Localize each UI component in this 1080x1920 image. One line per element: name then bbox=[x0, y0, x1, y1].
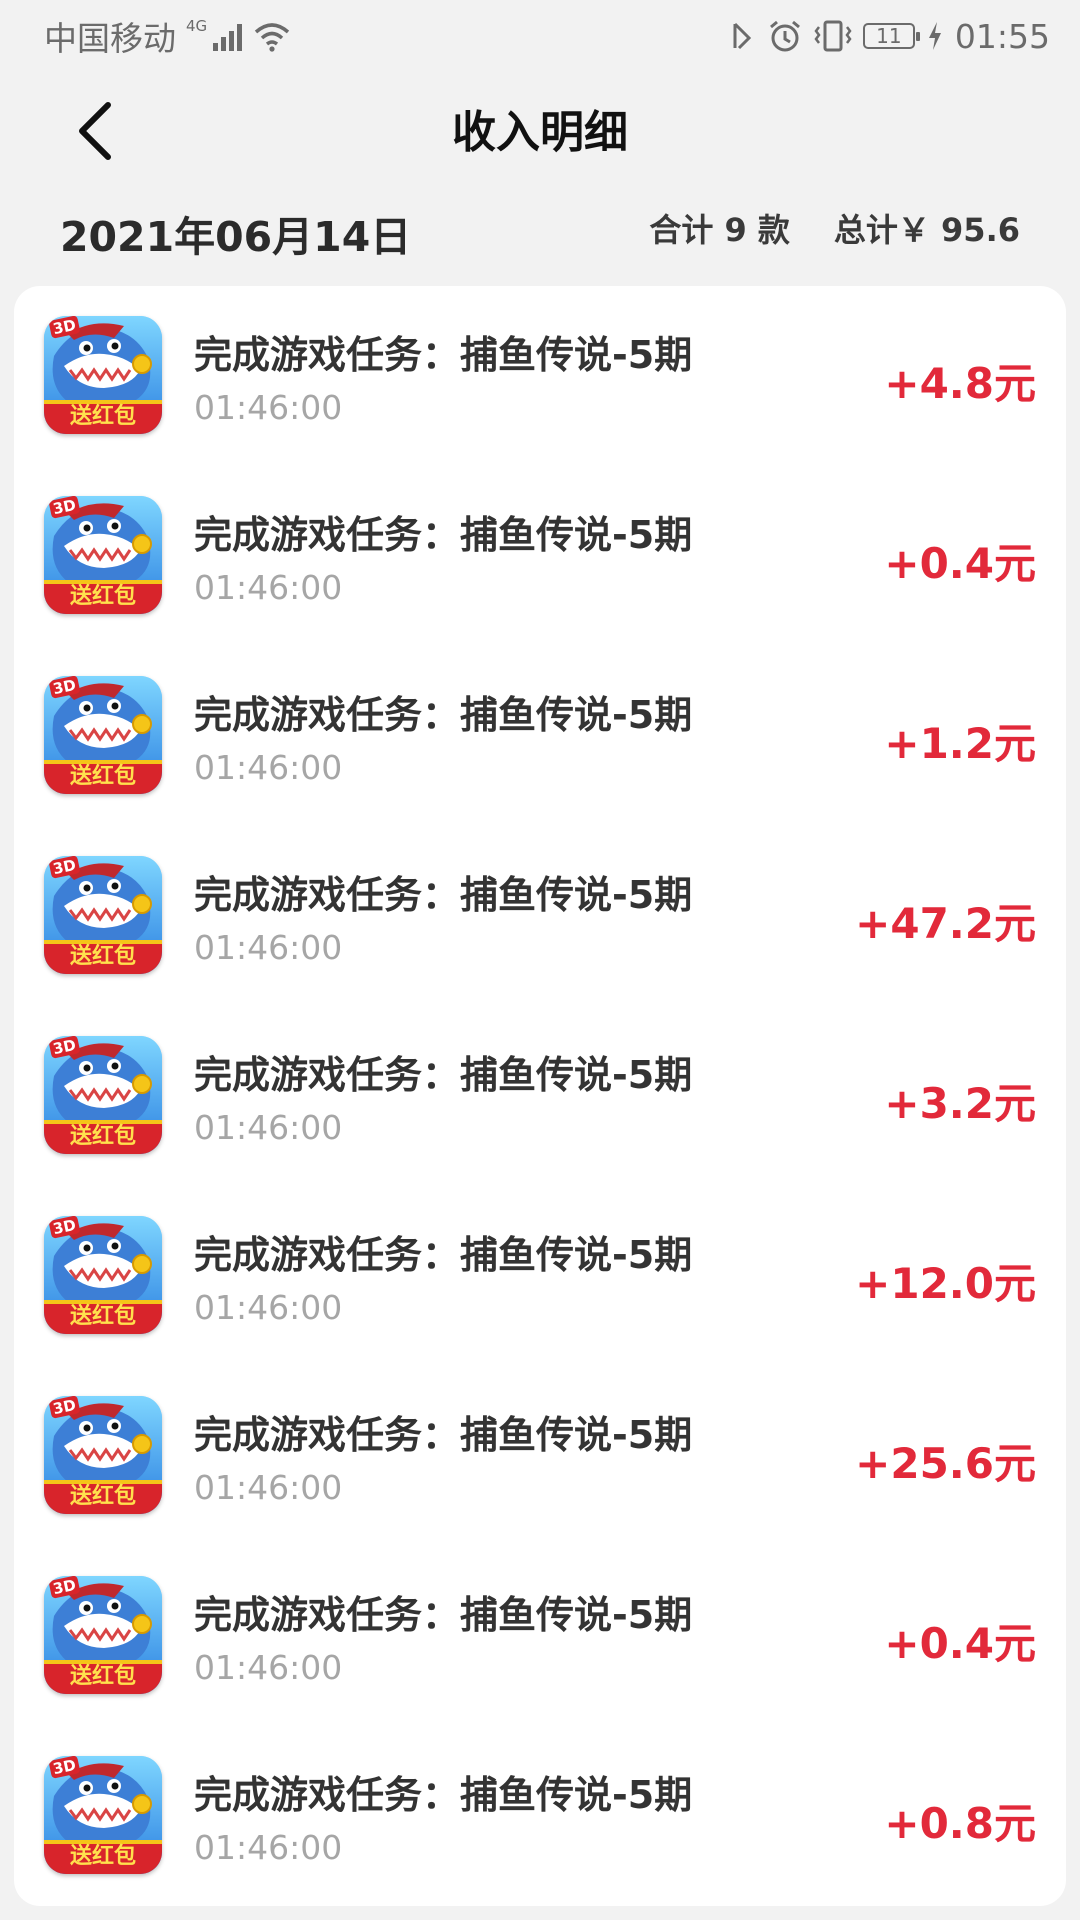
list-item[interactable]: 3D 送红包 完成游戏任务：捕鱼传说-5期 01:46:00 +0.4元 bbox=[14, 466, 1066, 646]
item-title: 完成游戏任务：捕鱼传说-5期 bbox=[194, 1233, 693, 1277]
item-time: 01:46:00 bbox=[194, 1108, 343, 1147]
fish-game-icon: 3D 送红包 bbox=[44, 496, 162, 614]
status-right: 11 01:55 bbox=[729, 17, 1050, 56]
icon-banner: 送红包 bbox=[69, 764, 136, 789]
header: 收入明细 bbox=[0, 72, 1080, 190]
list-item[interactable]: 3D 送红包 完成游戏任务：捕鱼传说-5期 01:46:00 +47.2元 bbox=[14, 826, 1066, 1006]
clock: 01:55 bbox=[954, 16, 1050, 56]
fish-game-icon: 3D 送红包 bbox=[44, 1036, 162, 1154]
carrier-name: 中国移动 bbox=[44, 19, 176, 58]
status-bar: 中国移动 4G 11 01:55 bbox=[0, 0, 1080, 72]
signal-icon bbox=[213, 21, 243, 51]
item-time: 01:46:00 bbox=[194, 568, 343, 607]
vibrate-icon bbox=[814, 20, 852, 52]
charging-icon bbox=[928, 22, 941, 50]
fish-game-icon: 3D 送红包 bbox=[44, 1216, 162, 1334]
fish-game-icon: 3D 送红包 bbox=[44, 1396, 162, 1514]
item-amount: +25.6元 bbox=[855, 1439, 1036, 1488]
icon-banner: 送红包 bbox=[69, 404, 136, 429]
item-amount: +0.8元 bbox=[884, 1799, 1036, 1848]
item-title: 完成游戏任务：捕鱼传说-5期 bbox=[194, 333, 693, 377]
income-list[interactable]: 3D 送红包 完成游戏任务：捕鱼传说-5期 01:46:00 +4.8元 3D … bbox=[14, 286, 1066, 1906]
item-amount: +47.2元 bbox=[855, 899, 1036, 948]
item-title: 完成游戏任务：捕鱼传说-5期 bbox=[194, 693, 693, 737]
totals: 合计 9 款 总计￥ 95.6 bbox=[649, 205, 1020, 251]
fish-game-icon: 3D 送红包 bbox=[44, 1756, 162, 1874]
list-item[interactable]: 3D 送红包 完成游戏任务：捕鱼传说-5期 01:46:00 +1.2元 bbox=[14, 646, 1066, 826]
item-time: 01:46:00 bbox=[194, 1828, 343, 1867]
item-title: 完成游戏任务：捕鱼传说-5期 bbox=[194, 1053, 693, 1097]
item-title: 完成游戏任务：捕鱼传说-5期 bbox=[194, 1593, 693, 1637]
item-title: 完成游戏任务：捕鱼传说-5期 bbox=[194, 1413, 693, 1457]
item-title: 完成游戏任务：捕鱼传说-5期 bbox=[194, 1773, 693, 1817]
item-time: 01:46:00 bbox=[194, 1648, 343, 1687]
fish-game-icon: 3D 送红包 bbox=[44, 316, 162, 434]
list-item[interactable]: 3D 送红包 完成游戏任务：捕鱼传说-5期 01:46:00 +4.8元 bbox=[14, 286, 1066, 466]
item-title: 完成游戏任务：捕鱼传说-5期 bbox=[194, 513, 693, 557]
date-label: 2021年06月14日 bbox=[60, 213, 412, 261]
nfc-icon bbox=[733, 22, 752, 50]
item-amount: +4.8元 bbox=[884, 359, 1036, 408]
item-time: 01:46:00 bbox=[194, 1288, 343, 1327]
item-time: 01:46:00 bbox=[194, 928, 343, 967]
item-amount: +0.4元 bbox=[884, 539, 1036, 588]
item-time: 01:46:00 bbox=[194, 388, 343, 427]
icon-banner: 送红包 bbox=[69, 1124, 136, 1149]
icon-banner: 送红包 bbox=[69, 1844, 136, 1869]
item-amount: +3.2元 bbox=[884, 1079, 1036, 1128]
fish-game-icon: 3D 送红包 bbox=[44, 856, 162, 974]
icon-banner: 送红包 bbox=[69, 1664, 136, 1689]
fish-game-icon: 3D 送红包 bbox=[44, 676, 162, 794]
alarm-icon bbox=[769, 20, 800, 52]
icon-banner: 送红包 bbox=[69, 584, 136, 609]
battery-icon: 11 bbox=[862, 23, 920, 49]
icon-banner: 送红包 bbox=[69, 944, 136, 969]
icon-banner: 送红包 bbox=[69, 1304, 136, 1329]
network-type: 4G bbox=[186, 17, 208, 35]
count-label: 合计 9 款 bbox=[649, 211, 790, 249]
battery-level: 11 bbox=[876, 24, 902, 48]
page-title: 收入明细 bbox=[452, 107, 628, 158]
item-title: 完成游戏任务：捕鱼传说-5期 bbox=[194, 873, 693, 917]
item-time: 01:46:00 bbox=[194, 748, 343, 787]
item-time: 01:46:00 bbox=[194, 1468, 343, 1507]
total-label: 总计￥ 95.6 bbox=[833, 211, 1020, 249]
item-amount: +1.2元 bbox=[884, 719, 1036, 768]
status-left: 中国移动 4G bbox=[44, 12, 292, 60]
icon-banner: 送红包 bbox=[69, 1484, 136, 1509]
summary-bar: 2021年06月14日 合计 9 款 总计￥ 95.6 bbox=[0, 195, 1080, 265]
list-item[interactable]: 3D 送红包 完成游戏任务：捕鱼传说-5期 01:46:00 +12.0元 bbox=[14, 1186, 1066, 1366]
fish-game-icon: 3D 送红包 bbox=[44, 1576, 162, 1694]
item-amount: +12.0元 bbox=[855, 1259, 1036, 1308]
list-item[interactable]: 3D 送红包 完成游戏任务：捕鱼传说-5期 01:46:00 +0.8元 bbox=[14, 1726, 1066, 1906]
item-amount: +0.4元 bbox=[884, 1619, 1036, 1668]
list-item[interactable]: 3D 送红包 完成游戏任务：捕鱼传说-5期 01:46:00 +25.6元 bbox=[14, 1366, 1066, 1546]
list-item[interactable]: 3D 送红包 完成游戏任务：捕鱼传说-5期 01:46:00 +3.2元 bbox=[14, 1006, 1066, 1186]
wifi-icon bbox=[255, 23, 290, 52]
list-item[interactable]: 3D 送红包 完成游戏任务：捕鱼传说-5期 01:46:00 +0.4元 bbox=[14, 1546, 1066, 1726]
